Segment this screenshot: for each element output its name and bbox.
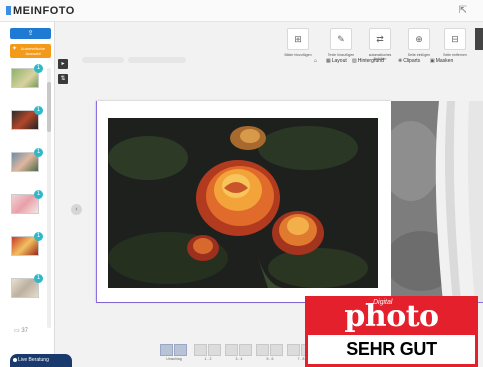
usage-badge: 1 bbox=[34, 64, 43, 73]
award-verdict-box: SEHR GUT bbox=[305, 335, 478, 367]
photo-thumbnail[interactable]: 1 bbox=[11, 232, 43, 256]
auto-select-button[interactable]: ✦ Automatische Auswahl bbox=[10, 44, 51, 58]
usage-badge: 1 bbox=[34, 106, 43, 115]
home-icon[interactable]: ⌂ bbox=[314, 56, 317, 66]
usage-badge: 1 bbox=[34, 232, 43, 241]
background-icon: ▧ bbox=[352, 58, 357, 64]
add-images-label: Bilder hinzufügen bbox=[284, 53, 312, 57]
remove-page-button[interactable]: ⊟ bbox=[444, 28, 466, 50]
page-thumb-label: 3 - 4 bbox=[235, 357, 243, 361]
page-remove-icon: ⊟ bbox=[451, 34, 459, 44]
photo-thumbnail[interactable]: 1 bbox=[11, 190, 43, 214]
page-thumb-label: 1 - 2 bbox=[204, 357, 212, 361]
rose-photo[interactable] bbox=[108, 118, 378, 288]
image-add-icon: ⊞ bbox=[294, 34, 302, 44]
background-label: Hintergrund bbox=[357, 58, 384, 64]
photo-thumbnail[interactable]: 1 bbox=[11, 64, 43, 88]
add-text-button[interactable]: ✎ bbox=[330, 28, 352, 50]
cliparts-label: Cliparts bbox=[403, 58, 421, 64]
photo-thumbnail[interactable]: 1 bbox=[11, 148, 43, 172]
cliparts-tab[interactable]: ❋Cliparts bbox=[398, 56, 420, 66]
toolbar-placeholder bbox=[82, 57, 124, 63]
award-header: Digital photo bbox=[305, 296, 478, 335]
mask-icon: ▣ bbox=[430, 58, 435, 64]
auto-fill-button[interactable]: ⇄ bbox=[369, 28, 391, 50]
previous-page-arrow[interactable]: ‹ bbox=[71, 204, 82, 215]
photo-thumbnail[interactable]: 1 bbox=[11, 106, 43, 130]
award-photo-logo: photo bbox=[344, 299, 439, 334]
upload-button[interactable]: ⇪ bbox=[10, 28, 51, 39]
layout-tab[interactable]: ▦Layout bbox=[326, 56, 347, 66]
upload-icon: ⇪ bbox=[27, 30, 34, 37]
page-thumb-label: Umschlag bbox=[166, 357, 182, 361]
masks-label: Masken bbox=[435, 58, 454, 64]
toolbar-overflow-button[interactable] bbox=[475, 28, 483, 50]
magic-wand-icon: ✦ bbox=[12, 46, 18, 52]
page-thumb-cover[interactable] bbox=[160, 344, 188, 356]
background-tab[interactable]: ▧Hintergrund bbox=[352, 56, 384, 66]
photo-thumbnail-list: 1 1 1 1 1 1 bbox=[8, 64, 48, 328]
sort-icon[interactable]: ⇅ bbox=[58, 74, 68, 84]
page-thumb-3-4[interactable] bbox=[225, 344, 253, 356]
page-add-icon: ⊕ bbox=[415, 34, 423, 44]
usage-badge: 1 bbox=[34, 148, 43, 157]
award-verdict-text: SEHR GUT bbox=[346, 339, 437, 359]
add-images-button[interactable]: ⊞ bbox=[287, 28, 309, 50]
masks-tab[interactable]: ▣Masken bbox=[430, 56, 453, 66]
share-icon[interactable]: ⇱ bbox=[459, 5, 467, 16]
photo-count: ▭ 37 bbox=[14, 328, 29, 334]
page-thumb-5-6[interactable] bbox=[256, 344, 284, 356]
rose-photo-image bbox=[108, 118, 378, 288]
right-album-page[interactable] bbox=[391, 101, 483, 302]
layout-label: Layout bbox=[331, 58, 347, 64]
usage-badge: 1 bbox=[34, 190, 43, 199]
layout-icon: ▦ bbox=[326, 58, 331, 64]
page-thumb-1-2[interactable] bbox=[194, 344, 222, 356]
auto-fill-icon: ⇄ bbox=[376, 34, 384, 44]
wedding-photo-image bbox=[391, 101, 483, 302]
toolbar-placeholder bbox=[128, 57, 186, 63]
review-award-badge: Digital photo SEHR GUT bbox=[305, 296, 478, 367]
usage-badge: 1 bbox=[34, 274, 43, 283]
photo-sidebar: ⇪ ✦ Automatische Auswahl 1 1 1 1 1 1 ▭ 3… bbox=[0, 22, 55, 367]
text-add-icon: ✎ bbox=[337, 34, 345, 44]
chat-icon bbox=[13, 358, 17, 362]
page-thumb-label: 5 - 6 bbox=[266, 357, 274, 361]
live-consultation-label: Live Beratung bbox=[18, 357, 49, 363]
photo-thumbnail[interactable]: 1 bbox=[11, 274, 43, 298]
logo-text: MEINFOTO bbox=[13, 5, 75, 17]
auto-select-label: Automatische Auswahl bbox=[20, 46, 46, 56]
top-toolbar: ⊞ Bilder hinzufügen ✎ Texte hinzufügen ⇄… bbox=[72, 22, 483, 72]
app-header: MEINFOTO ⇱ bbox=[0, 0, 483, 22]
clipart-icon: ❋ bbox=[398, 58, 403, 64]
sidebar-scrollbar-thumb[interactable] bbox=[47, 82, 51, 132]
live-consultation-button[interactable]: Live Beratung bbox=[10, 354, 72, 367]
insert-page-button[interactable]: ⊕ bbox=[408, 28, 430, 50]
play-icon[interactable]: ▸ bbox=[58, 59, 68, 69]
app-logo[interactable]: MEINFOTO bbox=[6, 5, 75, 17]
